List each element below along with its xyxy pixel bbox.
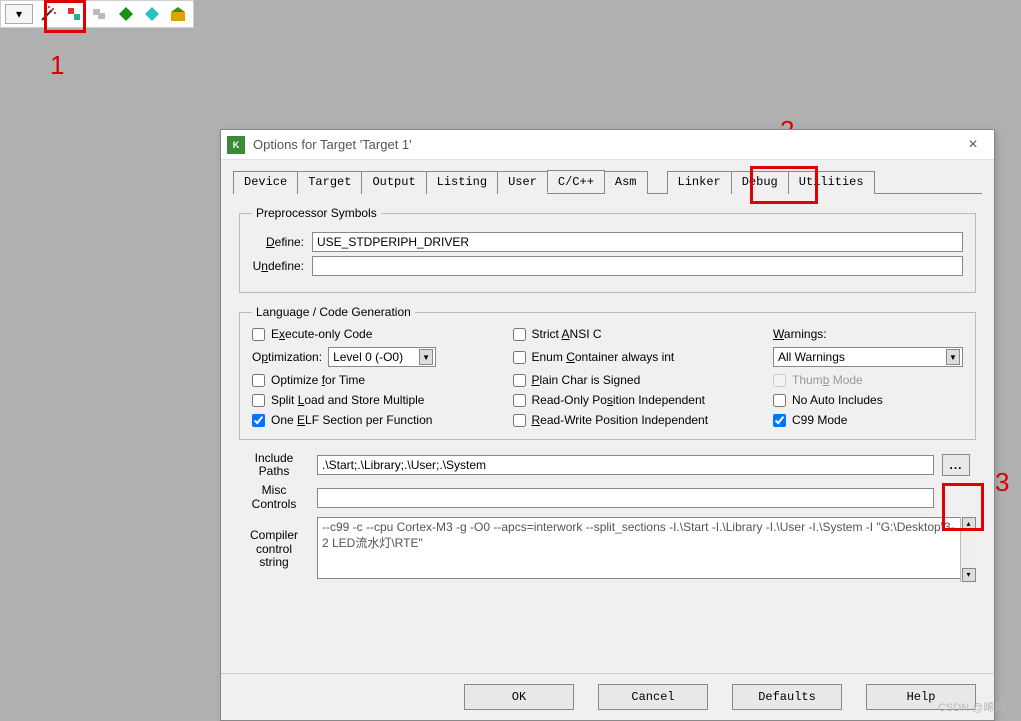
rw-position-checkbox[interactable]: Read-Write Position Independent [513, 413, 756, 427]
main-toolbar: ▾ [0, 0, 194, 28]
close-button[interactable]: × [958, 136, 988, 154]
undefine-label: Undefine: [252, 259, 312, 273]
options-dialog: K Options for Target 'Target 1' × Device… [220, 129, 995, 721]
opt-time-checkbox[interactable]: Optimize for Time [252, 373, 495, 387]
define-label: Define: [252, 235, 312, 249]
app-logo-icon: K [227, 136, 245, 154]
tab-asm[interactable]: Asm [604, 171, 648, 194]
dropdown-arrow-icon: ▾ [16, 7, 22, 21]
include-paths-label: IncludePaths [239, 452, 309, 478]
toolbar-btn-6[interactable] [141, 3, 163, 25]
tab-user[interactable]: User [497, 171, 548, 194]
toolbar-dropdown[interactable]: ▾ [5, 4, 33, 24]
preprocessor-legend: Preprocessor Symbols [252, 206, 381, 220]
tab-c-cpp[interactable]: C/C++ [547, 170, 605, 193]
defaults-button[interactable]: Defaults [732, 684, 842, 710]
no-auto-checkbox[interactable]: No Auto Includes [773, 393, 963, 407]
warnings-select[interactable]: All Warnings▼ [773, 347, 963, 367]
tab-device[interactable]: Device [233, 171, 298, 194]
plain-char-checkbox[interactable]: Plain Char is Signed [513, 373, 756, 387]
tab-utilities[interactable]: Utilities [788, 171, 875, 194]
chevron-down-icon: ▼ [419, 349, 433, 365]
toolbar-btn-7[interactable] [167, 3, 189, 25]
define-input[interactable] [312, 232, 963, 252]
tab-listing[interactable]: Listing [426, 171, 498, 194]
ok-button[interactable]: OK [464, 684, 574, 710]
toolbar-btn-5[interactable] [115, 3, 137, 25]
dialog-titlebar: K Options for Target 'Target 1' × [221, 130, 994, 160]
undefine-input[interactable] [312, 256, 963, 276]
strict-ansi-checkbox[interactable]: Strict ANSI C [513, 327, 756, 341]
compiler-string-label: Compilercontrolstring [239, 529, 309, 569]
one-elf-checkbox[interactable]: One ELF Section per Function [252, 413, 495, 427]
tab-strip: Device Target Output Listing User C/C++ … [233, 170, 982, 194]
misc-controls-label: MiscControls [239, 484, 309, 510]
toolbar-btn-3[interactable] [63, 3, 85, 25]
split-load-checkbox[interactable]: Split Load and Store Multiple [252, 393, 495, 407]
dialog-button-bar: OK Cancel Defaults Help [221, 673, 994, 720]
include-paths-input[interactable] [317, 455, 934, 475]
thumb-mode-checkbox: Thumb Mode [773, 373, 963, 387]
optimization-select[interactable]: Level 0 (-O0)▼ [328, 347, 436, 367]
toolbar-btn-4[interactable] [89, 3, 111, 25]
toolbar-magic-wand-icon[interactable] [37, 3, 59, 25]
tab-target[interactable]: Target [297, 171, 362, 194]
preprocessor-group: Preprocessor Symbols Define: Undefine: [239, 206, 976, 293]
optimization-label: Optimization: [252, 350, 322, 364]
cancel-button[interactable]: Cancel [598, 684, 708, 710]
exec-only-checkbox[interactable]: Execute-only Code [252, 327, 495, 341]
scroll-down-icon[interactable]: ▾ [962, 568, 976, 582]
language-legend: Language / Code Generation [252, 305, 415, 319]
compiler-string-textarea: --c99 -c --cpu Cortex-M3 -g -O0 --apcs=i… [317, 517, 976, 579]
annotation-label-3: 3 [995, 467, 1009, 498]
annotation-label-1: 1 [50, 50, 64, 81]
tab-debug[interactable]: Debug [731, 171, 789, 194]
tab-output[interactable]: Output [361, 171, 426, 194]
c99-mode-checkbox[interactable]: C99 Mode [773, 413, 963, 427]
scroll-up-icon[interactable]: ▴ [962, 517, 976, 531]
enum-container-checkbox[interactable]: Enum Container always int [513, 350, 756, 364]
chevron-down-icon: ▼ [946, 349, 960, 365]
warnings-label: Warnings: [773, 327, 963, 341]
watermark: CSDN @晞风- [938, 699, 1009, 715]
language-group: Language / Code Generation Execute-only … [239, 305, 976, 440]
tab-content: Preprocessor Symbols Define: Undefine: L… [221, 194, 994, 673]
textarea-scrollbar[interactable]: ▴ ▾ [960, 517, 976, 582]
misc-controls-input[interactable] [317, 488, 934, 508]
dialog-title: Options for Target 'Target 1' [253, 137, 412, 152]
tab-linker[interactable]: Linker [667, 171, 732, 194]
ro-position-checkbox[interactable]: Read-Only Position Independent [513, 393, 756, 407]
include-browse-button[interactable]: ... [942, 454, 970, 476]
